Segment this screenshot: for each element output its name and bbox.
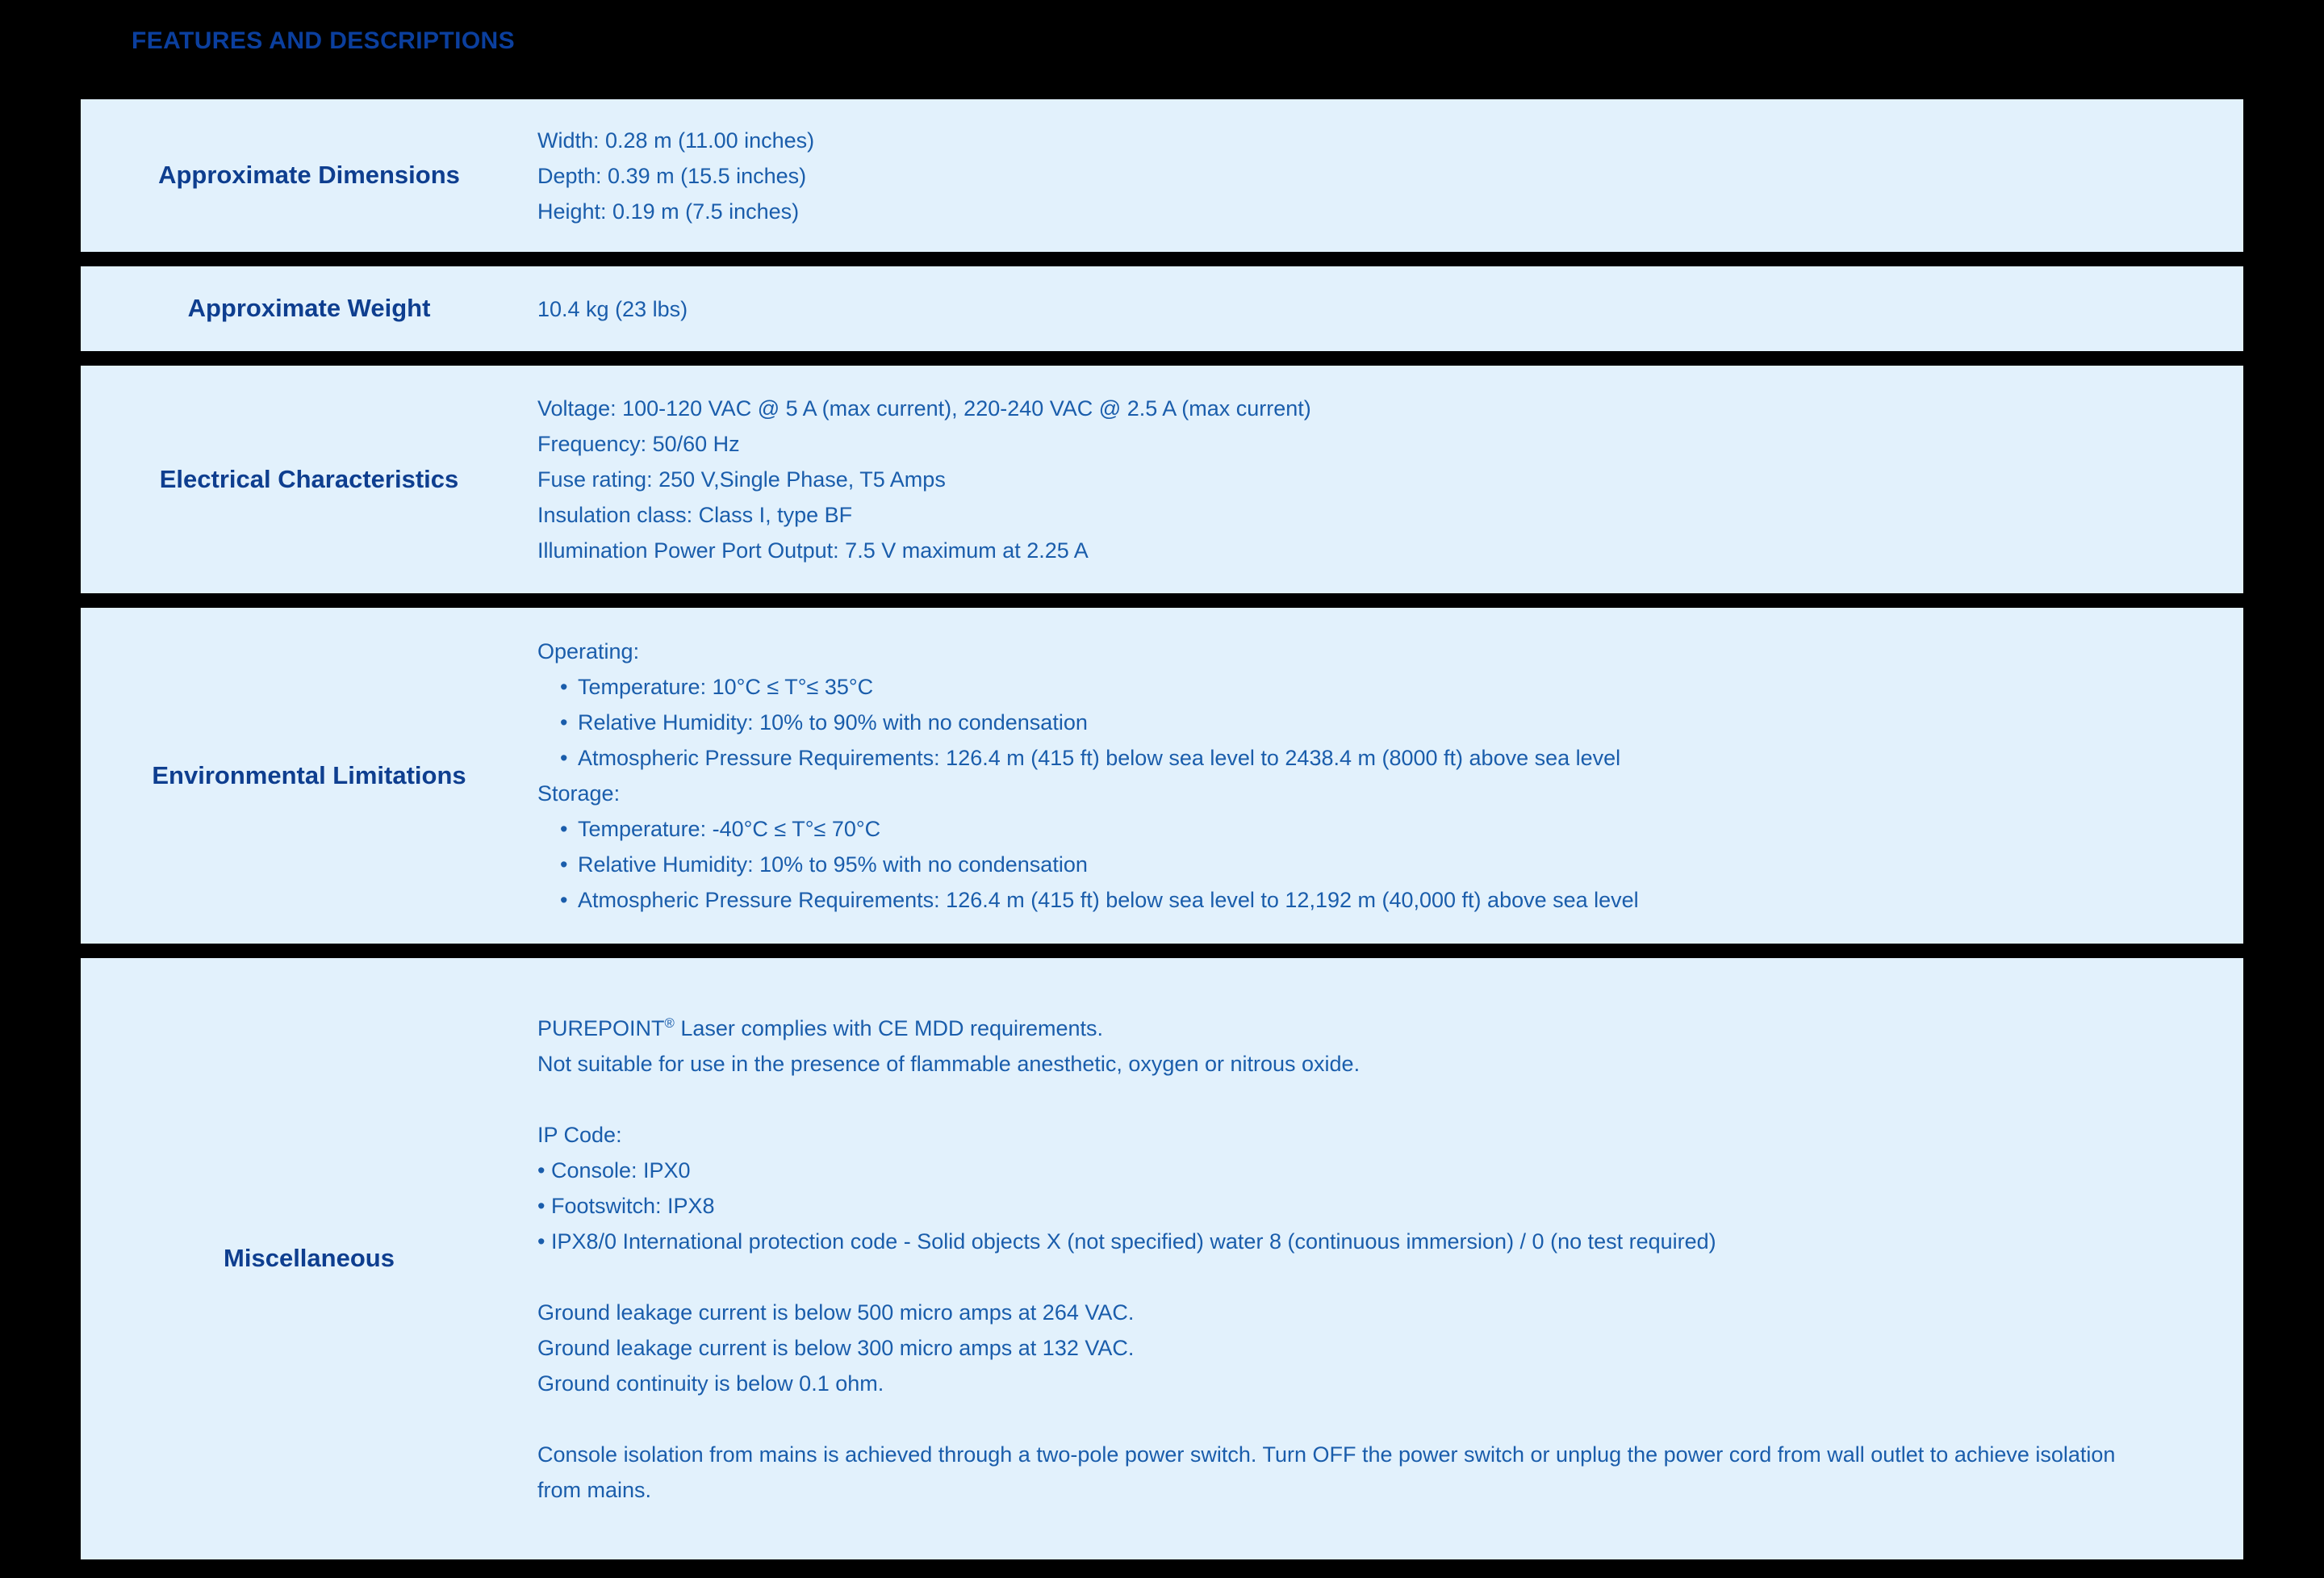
purepoint-brand: PUREPOINT (537, 1015, 665, 1040)
value-group-heading: IP Code: (537, 1122, 622, 1147)
row-value-cell: 10.4 kg (23 lbs) (537, 266, 2243, 351)
row-value-cell: PUREPOINT® Laser complies with CE MDD re… (537, 958, 2243, 1559)
registered-trademark-icon: ® (664, 1015, 675, 1031)
value-line: Ground leakage current is below 300 micr… (537, 1335, 1135, 1360)
row-label: Approximate Weight (187, 294, 431, 323)
value-line: Illumination Power Port Output: 7.5 V ma… (537, 538, 1089, 563)
row-value-cell: Operating: • Temperature: 10°C ≤ T°≤ 35°C… (537, 608, 2243, 944)
value-line: Relative Humidity: 10% to 95% with no co… (578, 852, 1088, 877)
value-line: • Console: IPX0 (537, 1157, 691, 1182)
value-line: Insulation class: Class I, type BF (537, 503, 853, 527)
bullet-glyph-icon: • (560, 852, 568, 877)
bullet-glyph-icon: • (560, 817, 568, 841)
value-line: Atmospheric Pressure Requirements: 126.4… (578, 888, 1639, 912)
row-label-cell: Electrical Characteristics (81, 366, 537, 593)
row-label: Electrical Characteristics (159, 464, 459, 493)
value-line: Atmospheric Pressure Requirements: 126.4… (578, 746, 1621, 770)
value-bullet-line: • Relative Humidity: 10% to 95% with no c… (537, 847, 2219, 882)
row-label-cell: Environmental Limitations (81, 608, 537, 944)
bullet-glyph-icon: • (560, 710, 568, 735)
table-row: Electrical Characteristics Voltage: 100-… (81, 366, 2243, 593)
specifications-table: Approximate Dimensions Width: 0.28 m (11… (81, 99, 2243, 1559)
value-bullet-line: • Temperature: -40°C ≤ T°≤ 70°C (537, 811, 2219, 847)
row-label-cell: Approximate Weight (81, 266, 537, 351)
value-group-heading: Storage: (537, 781, 621, 806)
value-line: Height: 0.19 m (7.5 inches) (537, 199, 800, 224)
value-line-purepoint: PUREPOINT® Laser complies with CE MDD re… (537, 1011, 2219, 1046)
value-line: • Footswitch: IPX8 (537, 1193, 715, 1218)
value-line: Ground leakage current is below 500 micr… (537, 1300, 1135, 1325)
value-line: Voltage: 100-120 VAC @ 5 A (max current)… (537, 396, 1311, 421)
value-line: Fuse rating: 250 V,Single Phase, T5 Amps (537, 467, 946, 492)
purepoint-statement: Laser complies with CE MDD requirements. (674, 1015, 1104, 1040)
document-page: FEATURES AND DESCRIPTIONS Approximate Di… (0, 0, 2324, 1578)
row-value-cell: Voltage: 100-120 VAC @ 5 A (max current)… (537, 366, 2243, 593)
row-label-cell: Miscellaneous (81, 958, 537, 1559)
bullet-glyph-icon: • (560, 746, 568, 770)
table-row: Miscellaneous PUREPOINT® Laser complies … (81, 958, 2243, 1559)
row-label-cell: Approximate Dimensions (81, 99, 537, 252)
row-value-cell: Width: 0.28 m (11.00 inches) Depth: 0.39… (537, 99, 2243, 252)
table-row: Approximate Weight 10.4 kg (23 lbs) (81, 266, 2243, 351)
value-group-heading: Operating: (537, 639, 640, 663)
table-row: Environmental Limitations Operating: • Te… (81, 608, 2243, 944)
value-line: Relative Humidity: 10% to 90% with no co… (578, 710, 1088, 735)
bullet-glyph-icon: • (560, 675, 568, 699)
value-line: Ground continuity is below 0.1 ohm. (537, 1371, 884, 1396)
value-bullet-line: • Relative Humidity: 10% to 90% with no c… (537, 705, 2219, 740)
row-label: Approximate Dimensions (158, 161, 460, 190)
value-line: Temperature: -40°C ≤ T°≤ 70°C (578, 817, 881, 841)
bullet-glyph-icon: • (560, 888, 568, 912)
value-line: Not suitable for use in the presence of … (537, 1051, 1361, 1076)
value-paragraph: Console isolation from mains is achieved… (537, 1442, 2116, 1502)
value-line: • IPX8/0 International protection code -… (537, 1228, 1716, 1254)
value-bullet-line: • Temperature: 10°C ≤ T°≤ 35°C (537, 669, 2219, 705)
page-title: FEATURES AND DESCRIPTIONS (132, 27, 516, 54)
row-label: Miscellaneous (224, 1244, 395, 1273)
value-line: 10.4 kg (23 lbs) (537, 296, 688, 321)
value-line: Width: 0.28 m (11.00 inches) (537, 128, 815, 153)
value-bullet-line: • Atmospheric Pressure Requirements: 126.… (537, 740, 2219, 776)
value-bullet-line: • Atmospheric Pressure Requirements: 126.… (537, 882, 2219, 918)
table-row: Approximate Dimensions Width: 0.28 m (11… (81, 99, 2243, 252)
value-line: Frequency: 50/60 Hz (537, 432, 740, 456)
value-line: Temperature: 10°C ≤ T°≤ 35°C (578, 675, 874, 699)
value-line: Depth: 0.39 m (15.5 inches) (537, 163, 807, 188)
row-label: Environmental Limitations (152, 760, 466, 789)
